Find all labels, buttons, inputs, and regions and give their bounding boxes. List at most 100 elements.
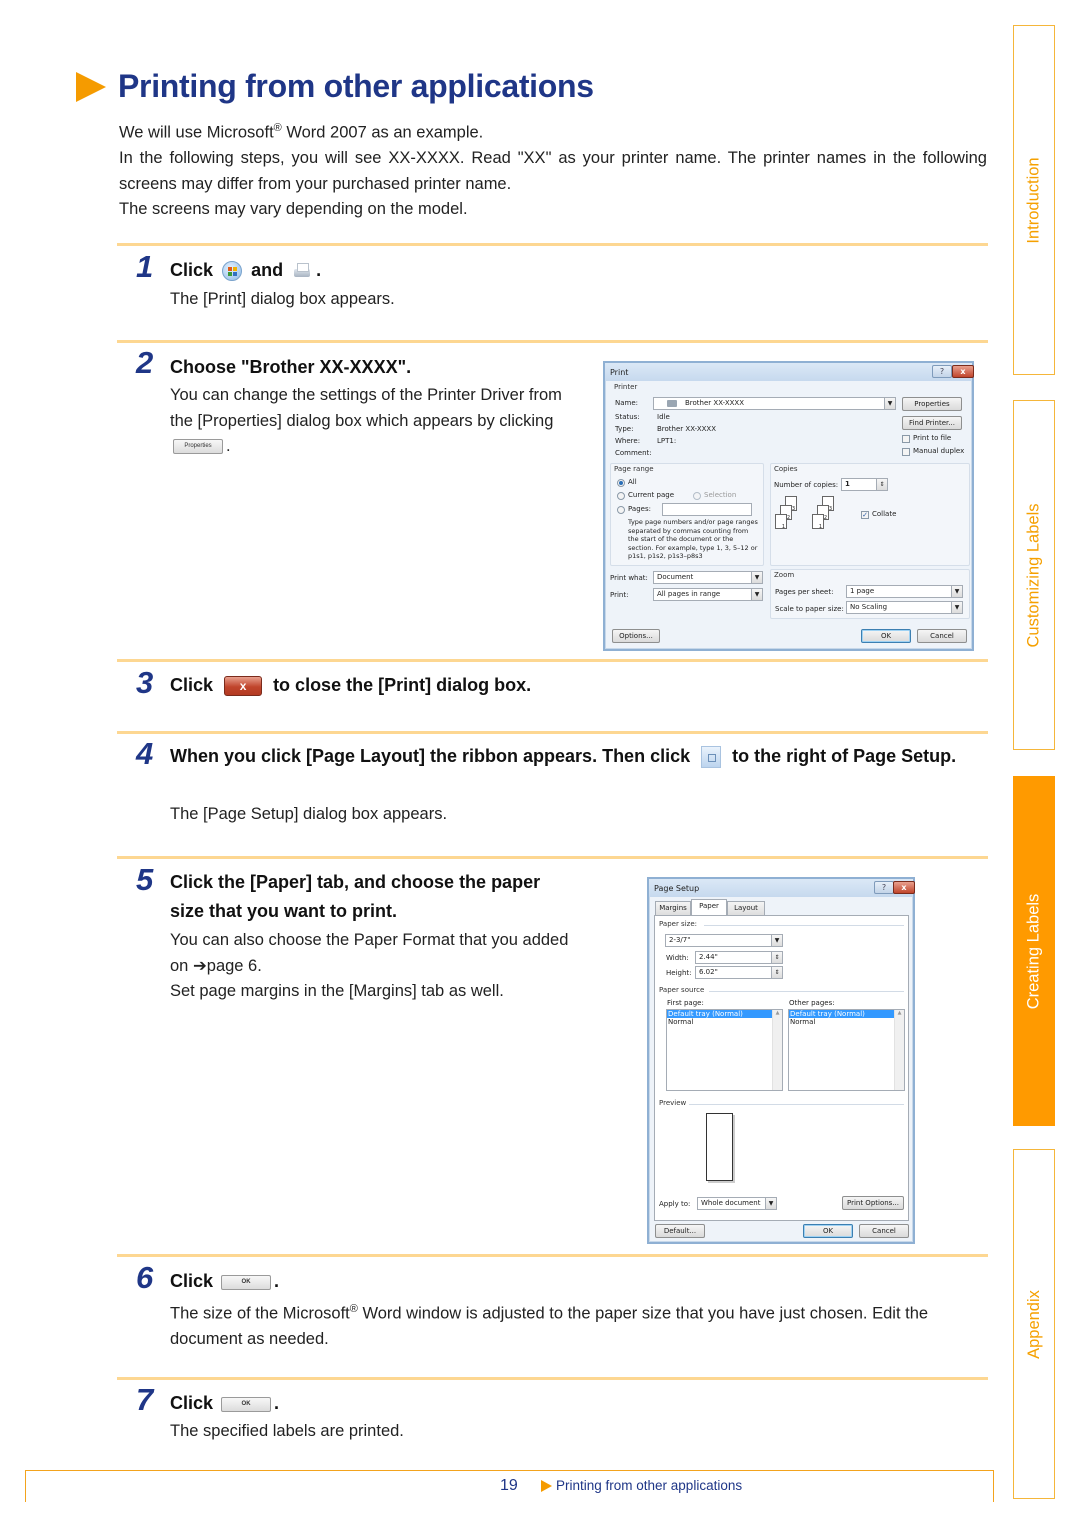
intro-line-3: The screens may vary depending on the mo… [119, 200, 468, 218]
dialog-title: Print [610, 367, 629, 377]
chevron-down-icon[interactable]: ▼ [951, 602, 962, 613]
ok-button[interactable]: OK [803, 1224, 853, 1238]
cancel-button[interactable]: Cancel [917, 629, 967, 643]
step-divider [117, 340, 988, 343]
scrollbar[interactable]: ▲ [772, 1010, 782, 1090]
collate-checkbox[interactable]: ✓ [861, 511, 869, 519]
step-number: 3 [136, 665, 154, 700]
chevron-down-icon[interactable]: ▼ [765, 1198, 776, 1209]
properties-button[interactable]: Properties [902, 397, 962, 411]
chevron-down-icon[interactable]: ▼ [884, 398, 895, 409]
tab-layout[interactable]: Layout [727, 901, 765, 915]
step-number: 4 [136, 736, 154, 771]
paper-size-select[interactable]: 2-3/7" ▼ [665, 934, 783, 947]
status-value: Idle [657, 413, 670, 421]
dialog-titlebar: Page Setup ? x [649, 879, 915, 897]
print-options-button[interactable]: Print Options... [842, 1196, 904, 1210]
height-input[interactable]: 6.02" ⇕ [695, 966, 783, 979]
spinner-icon[interactable]: ⇕ [771, 952, 782, 963]
page-link[interactable]: page 6 [207, 957, 257, 975]
range-pages-radio[interactable] [617, 506, 625, 514]
list-item[interactable]: Default tray (Normal) [789, 1010, 904, 1018]
first-page-list[interactable]: Default tray (Normal) Normal ▲ [666, 1009, 783, 1091]
chevron-down-icon[interactable]: ▼ [751, 572, 762, 583]
step-4-heading: When you click [Page Layout] the ribbon … [170, 742, 980, 771]
side-tab-creating-labels[interactable]: Creating Labels [1013, 776, 1055, 1126]
side-tab-customizing-labels[interactable]: Customizing Labels [1013, 400, 1055, 750]
page-range-label: Page range [614, 465, 654, 473]
close-icon[interactable]: x [893, 881, 915, 894]
find-printer-button[interactable]: Find Printer... [902, 416, 962, 430]
other-pages-list[interactable]: Default tray (Normal) Normal ▲ [788, 1009, 905, 1091]
num-copies-input[interactable]: 1 ⇕ [841, 478, 888, 491]
pages-per-sheet-select[interactable]: 1 page ▼ [846, 585, 963, 598]
side-tab-introduction[interactable]: Introduction [1013, 25, 1055, 375]
name-label: Name: [615, 399, 639, 407]
heading-arrow-icon [76, 71, 106, 102]
paper-size-label: Paper size: [659, 920, 697, 928]
step-number: 1 [136, 249, 154, 284]
pages-input[interactable] [662, 503, 752, 516]
range-all-radio[interactable] [617, 479, 625, 487]
ok-button[interactable]: OK [221, 1396, 272, 1412]
chevron-down-icon[interactable]: ▼ [751, 589, 762, 600]
apply-to-select[interactable]: Whole document ▼ [697, 1197, 777, 1210]
step-1-heading: Click and . [170, 260, 322, 282]
copies-label: Copies [774, 465, 798, 473]
spinner-icon[interactable]: ⇕ [771, 967, 782, 978]
scale-select[interactable]: No Scaling ▼ [846, 601, 963, 614]
range-current-radio[interactable] [617, 492, 625, 500]
type-label: Type: [615, 425, 634, 433]
apply-to-label: Apply to: [659, 1200, 691, 1208]
page-setup-dialog: Page Setup ? x Margins Paper Layout Pape… [647, 877, 915, 1244]
step-3-heading: Click x to close the [Print] dialog box. [170, 675, 532, 697]
step-divider [117, 1254, 988, 1257]
chevron-down-icon[interactable]: ▼ [951, 586, 962, 597]
list-item[interactable]: Default tray (Normal) [667, 1010, 782, 1018]
step-2-heading: Choose "Brother XX-XXXX". [170, 357, 412, 377]
footer-section-link[interactable]: Printing from other applications [556, 1478, 742, 1493]
default-button[interactable]: Default... [655, 1224, 705, 1238]
print-select[interactable]: All pages in range ▼ [653, 588, 763, 601]
print-what-label: Print what: [610, 574, 648, 582]
scrollbar[interactable]: ▲ [894, 1010, 904, 1090]
office-button-icon[interactable] [222, 261, 243, 282]
print-icon[interactable] [292, 262, 312, 280]
options-button[interactable]: Options... [612, 629, 660, 643]
close-icon[interactable]: x [224, 676, 263, 697]
side-tab-appendix[interactable]: Appendix [1013, 1149, 1055, 1499]
divider [704, 925, 904, 926]
spinner-icon[interactable]: ⇕ [876, 479, 887, 490]
print-label: Print: [610, 591, 629, 599]
width-input[interactable]: 2.44" ⇕ [695, 951, 783, 964]
pages-per-sheet-label: Pages per sheet: [775, 588, 834, 596]
cancel-button[interactable]: Cancel [859, 1224, 909, 1238]
printer-name-select[interactable]: Brother XX-XXXX ▼ [653, 397, 896, 410]
print-what-select[interactable]: Document ▼ [653, 571, 763, 584]
range-selection-radio[interactable] [693, 492, 701, 500]
dialog-launcher-icon[interactable] [701, 746, 722, 769]
footer-arrow-icon [541, 1480, 552, 1492]
range-selection-label: Selection [704, 491, 737, 499]
range-hint: Type page numbers and/or page ranges sep… [628, 518, 758, 560]
close-icon[interactable]: x [952, 365, 974, 378]
list-item[interactable]: Normal [789, 1018, 904, 1026]
tab-paper[interactable]: Paper [691, 899, 727, 915]
printer-icon [667, 399, 677, 407]
dialog-titlebar: Print ? x [605, 363, 974, 381]
intro-text: We will use Microsoft® Word 2007 as an e… [119, 116, 987, 223]
num-copies-label: Number of copies: [774, 481, 839, 489]
list-item[interactable]: Normal [667, 1018, 782, 1026]
ok-button[interactable]: OK [861, 629, 911, 643]
help-icon[interactable]: ? [874, 881, 894, 894]
tab-margins[interactable]: Margins [655, 901, 691, 915]
print-to-file-checkbox[interactable] [902, 435, 910, 443]
help-icon[interactable]: ? [932, 365, 952, 378]
collate-sheet: 1 [812, 514, 824, 530]
properties-button[interactable]: Properties [173, 439, 223, 455]
manual-duplex-checkbox[interactable] [902, 448, 910, 456]
step-2-body: You can change the settings of the Print… [170, 386, 562, 455]
paper-source-label: Paper source [659, 986, 705, 994]
ok-button[interactable]: OK [221, 1274, 272, 1290]
chevron-down-icon[interactable]: ▼ [771, 935, 782, 946]
